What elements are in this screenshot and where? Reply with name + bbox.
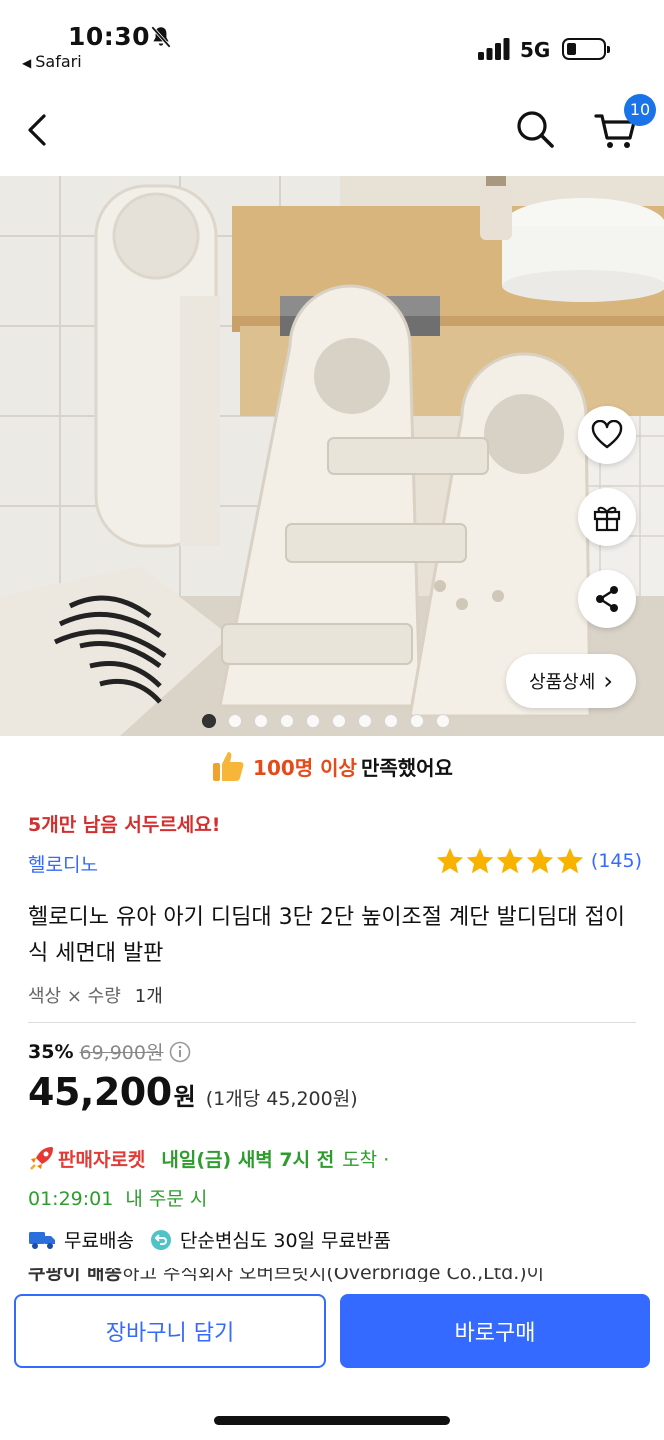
arrival-time: 내일(금) 새벽 7시 전 <box>161 1148 335 1171</box>
truck-icon <box>29 1231 55 1249</box>
discount-row: 35% 69,900원 <box>28 1038 191 1065</box>
carousel-dot[interactable] <box>280 714 294 728</box>
carousel-dot[interactable] <box>332 714 346 728</box>
buy-now-button[interactable]: 바로구매 <box>340 1294 650 1368</box>
top-nav <box>0 90 664 170</box>
star-icon <box>556 847 584 874</box>
rocket-label: 판매자로켓 <box>58 1148 146 1171</box>
option-label: 색상 × 수량 <box>28 986 121 1007</box>
star-icon <box>436 847 464 874</box>
carousel-dot[interactable] <box>410 714 424 728</box>
heart-icon <box>591 420 623 449</box>
seller-notice-bold: 쿠팡이 배송 <box>28 1268 123 1282</box>
option-summary[interactable]: 색상 × 수량 1개 <box>28 982 163 1008</box>
original-price: 69,900원 <box>79 1042 164 1064</box>
star-icon <box>526 847 554 874</box>
star-icon <box>496 847 524 874</box>
countdown-tail: 내 주문 시 <box>125 1188 208 1210</box>
satisfaction-banner: 100명 이상 만족했어요 <box>0 744 664 788</box>
thumbs-up-icon <box>213 752 244 781</box>
carousel-dot[interactable] <box>306 714 320 728</box>
product-image-carousel[interactable] <box>0 176 664 736</box>
product-detail-button[interactable]: 상품상세 › <box>506 654 636 708</box>
share-icon <box>596 586 618 612</box>
seller-notice: 쿠팡이 배송하고 주식회사 오버브릿지(Overbridge Co.,Ltd.)… <box>28 1268 638 1282</box>
carousel-dot[interactable] <box>384 714 398 728</box>
signal-icon <box>478 38 510 60</box>
carousel-indicator <box>0 714 664 728</box>
star-icon <box>466 847 494 874</box>
carousel-dot[interactable] <box>228 714 242 728</box>
return-icon <box>150 1229 171 1250</box>
share-button[interactable] <box>578 570 636 628</box>
brand-link[interactable]: 헬로디노 <box>28 850 98 877</box>
status-time: 10:30 <box>68 22 151 51</box>
back-chevron-icon[interactable] <box>22 110 52 150</box>
option-qty: 1개 <box>134 986 163 1007</box>
carousel-dot[interactable] <box>358 714 372 728</box>
order-countdown: 01:29:01 내 주문 시 <box>28 1184 207 1211</box>
info-icon[interactable] <box>169 1041 191 1063</box>
back-to-safari[interactable]: ◀ Safari <box>22 52 82 71</box>
carousel-dot[interactable] <box>436 714 450 728</box>
back-app-label: Safari <box>35 52 82 71</box>
carousel-dot[interactable] <box>202 714 216 728</box>
carousel-dot[interactable] <box>254 714 268 728</box>
countdown-time: 01:29:01 <box>28 1188 114 1210</box>
cart-count-badge: 10 <box>624 94 656 126</box>
bell-muted-icon <box>151 26 171 48</box>
search-icon[interactable] <box>514 108 556 150</box>
product-detail-label: 상품상세 <box>529 672 596 693</box>
review-count: (145) <box>590 850 642 872</box>
rating[interactable]: (145) <box>435 846 642 876</box>
sale-price: 45,200 <box>28 1070 172 1114</box>
add-to-cart-button[interactable]: 장바구니 담기 <box>14 1294 326 1368</box>
satisfaction-text: 만족했어요 <box>360 755 453 780</box>
status-bar: 10:30 ◀ Safari 5G <box>0 0 664 80</box>
gift-button[interactable] <box>578 488 636 546</box>
currency: 원 <box>173 1083 196 1111</box>
stock-notice: 5개만 남음 서두르세요! <box>28 814 221 836</box>
chevron-right-icon: › <box>603 667 613 695</box>
divider <box>28 1022 636 1023</box>
free-shipping: 무료배송 <box>64 1230 134 1252</box>
free-return: 단순변심도 30일 무료반품 <box>179 1230 391 1252</box>
product-image <box>0 176 664 736</box>
discount-rate: 35% <box>28 1040 74 1063</box>
rocket-icon <box>30 1147 53 1170</box>
product-title: 헬로디노 유아 아기 디딤대 3단 2단 높이조절 계단 발디딤대 접이식 세면… <box>28 905 625 966</box>
network-type: 5G <box>520 38 551 62</box>
seller-notice-rest: 하고 주식회사 오버브릿지(Overbridge Co.,Ltd.)이 <box>122 1268 545 1282</box>
arrival-tail: 도착 · <box>342 1148 390 1171</box>
home-indicator[interactable] <box>214 1416 450 1425</box>
bottom-action-bar: 장바구니 담기 바로구매 <box>0 1282 664 1440</box>
gift-icon <box>593 506 621 532</box>
wishlist-button[interactable] <box>578 406 636 464</box>
battery-icon <box>562 38 610 60</box>
price-row: 45,200 원 (1개당 45,200원) <box>28 1070 358 1114</box>
satisfaction-count: 100명 이상 <box>253 755 357 780</box>
unit-price: (1개당 45,200원) <box>205 1088 358 1110</box>
shipping-benefits: 무료배송 단순변심도 30일 무료반품 <box>28 1226 391 1253</box>
delivery-eta: 판매자로켓 내일(금) 새벽 7시 전 도착 · <box>28 1144 389 1172</box>
